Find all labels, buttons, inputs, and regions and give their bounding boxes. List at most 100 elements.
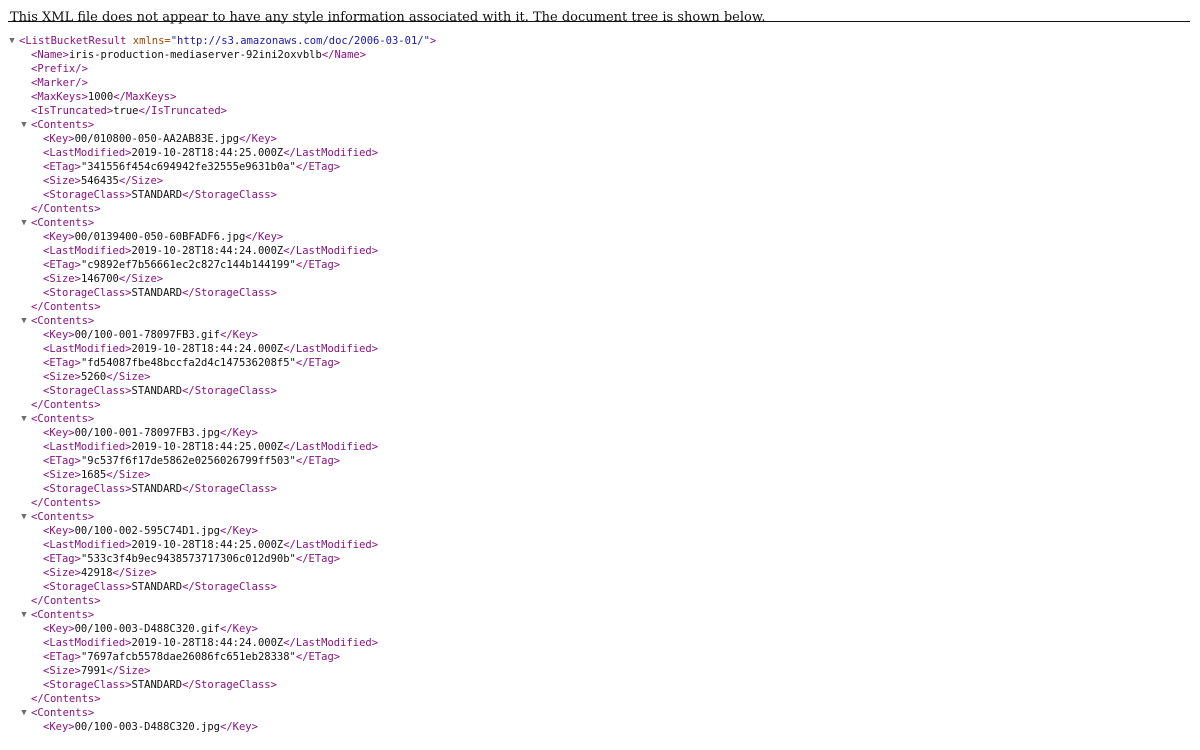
contents-open-line: ▼ <Contents> (0, 510, 1200, 524)
size-close-tag: </Size> (106, 469, 151, 481)
maxkeys-open-tag: <MaxKeys> (31, 91, 88, 103)
storage-class-open-tag: <StorageClass> (43, 483, 132, 495)
size-close-tag: </Size> (118, 273, 164, 285)
size-value: 546435 (80, 175, 119, 187)
xml-document-tree: ▼ <ListBucketResult xmlns="http://s3.amaz… (0, 22, 1200, 734)
collapse-triangle-icon[interactable]: ▼ (19, 216, 29, 230)
object-key-open-tag: <Key> (43, 231, 75, 243)
collapse-triangle-icon[interactable]: ▼ (19, 412, 29, 426)
last-modified-open-tag: <LastModified> (43, 441, 132, 453)
last-modified-open-tag: <LastModified> (43, 147, 132, 159)
etag-close-tag: </ETag> (295, 651, 341, 663)
prefix-tag: <Prefix/> (31, 63, 88, 75)
collapse-triangle-icon[interactable]: ▼ (7, 34, 17, 48)
root-open-tag: <ListBucketResult (19, 35, 127, 47)
object-key-close-tag: </Key> (220, 427, 258, 439)
collapse-triangle-icon[interactable]: ▼ (19, 706, 29, 720)
last-modified-close-tag: </LastModified> (283, 539, 379, 551)
etag-open-tag: <ETag> (43, 259, 81, 271)
size-value: 146700 (80, 273, 119, 285)
last-modified-value: 2019-10-28T18:44:24.000Z (131, 343, 284, 355)
prefix-line: <Prefix/> (0, 62, 1200, 76)
contents-open-tag: <Contents> (31, 609, 95, 621)
storage-class-value: STANDARD (131, 483, 183, 495)
object-key: 00/100-003-D488C320.jpg (74, 721, 221, 733)
storage-class-value: STANDARD (131, 581, 183, 593)
contents-close-line: </Contents> (0, 496, 1200, 510)
last-modified-close-tag: </LastModified> (283, 147, 379, 159)
contents-entry: ▼ <Contents> <Key>00/100-001-78097FB3.jpg<… (0, 412, 1200, 510)
size-value: 1685 (80, 469, 107, 481)
contents-close-tag: </Contents> (31, 497, 101, 509)
istruncated-close-tag: </IsTruncated> (138, 105, 227, 117)
size-open-tag: <Size> (43, 469, 81, 481)
etag-close-tag: </ETag> (295, 455, 341, 467)
contents-open-tag: <Contents> (31, 217, 95, 229)
etag-value: "9c537f6f17de5862e0256026799ff503" (80, 455, 296, 467)
collapse-triangle-icon[interactable]: ▼ (19, 118, 29, 132)
contents-open-tag: <Contents> (31, 119, 95, 131)
contents-entry: ▼ <Contents> <Key>00/100-001-78097FB3.gif<… (0, 314, 1200, 412)
contents-close-line: </Contents> (0, 202, 1200, 216)
key-open-tag: <Key> (43, 721, 75, 733)
xmlns-attribute: xmlns= (132, 35, 171, 47)
storage-class-close-tag: </StorageClass> (182, 287, 277, 299)
contents-open-tag: <Contents> (31, 707, 95, 719)
last-modified-close-tag: </LastModified> (283, 637, 379, 649)
size-line: <Size>5260</Size> (0, 370, 1200, 384)
marker-line: <Marker/> (0, 76, 1200, 90)
object-key-open-tag: <Key> (43, 623, 75, 635)
size-close-tag: </Size> (118, 175, 164, 187)
etag-value: "341556f454c694942fe32555e9631b0a" (80, 161, 296, 173)
marker-tag: <Marker/> (31, 77, 88, 89)
contents-list: ▼ <Contents> <Key>00/010800-050-AA2AB83E.j… (0, 118, 1200, 706)
contents-close-line: </Contents> (0, 398, 1200, 412)
etag-open-tag: <ETag> (43, 455, 81, 467)
contents-open-tag: <Contents> (31, 413, 95, 425)
size-value: 5260 (80, 371, 107, 383)
collapse-triangle-icon[interactable]: ▼ (19, 510, 29, 524)
etag-line: <ETag>"533c3f4b9ec9438573717306c012d90b"… (0, 552, 1200, 566)
contents-close-tag: </Contents> (31, 399, 101, 411)
size-close-tag: </Size> (112, 567, 157, 579)
contents-close-tag: </Contents> (31, 693, 101, 705)
storage-class-value: STANDARD (131, 679, 183, 691)
contents-open-line: ▼ <Contents> (0, 216, 1200, 230)
storage-class-line: <StorageClass>STANDARD</StorageClass> (0, 286, 1200, 300)
xmlns-value: "http://s3.amazonaws.com/doc/2006-03-01/… (170, 35, 430, 47)
bucket-name: iris-production-mediaserver-92ini2oxvblb (68, 49, 322, 61)
object-key-line: <Key>00/100-001-78097FB3.jpg</Key> (0, 426, 1200, 440)
collapse-triangle-icon[interactable]: ▼ (19, 608, 29, 622)
contents-entry: ▼ <Contents> <Key>00/100-002-595C74D1.jpg<… (0, 510, 1200, 608)
contents-open-line-partial: ▼ <Contents> (0, 706, 1200, 720)
etag-value: "c9892ef7b56661ec2c827c144b144199" (80, 259, 296, 271)
size-value: 7991 (80, 665, 107, 677)
contents-open-line: ▼ <Contents> (0, 118, 1200, 132)
maxkeys-value: 1000 (87, 91, 114, 103)
contents-close-line: </Contents> (0, 594, 1200, 608)
last-modified-line: <LastModified>2019-10-28T18:44:24.000Z</… (0, 342, 1200, 356)
last-modified-open-tag: <LastModified> (43, 637, 132, 649)
size-close-tag: </Size> (106, 665, 151, 677)
key-close-tag: </Key> (220, 721, 258, 733)
storage-class-close-tag: </StorageClass> (182, 581, 277, 593)
contents-close-tag: </Contents> (31, 595, 101, 607)
last-modified-line: <LastModified>2019-10-28T18:44:24.000Z</… (0, 636, 1200, 650)
storage-class-close-tag: </StorageClass> (182, 483, 277, 495)
etag-close-tag: </ETag> (295, 553, 341, 565)
object-key: 00/100-001-78097FB3.jpg (74, 427, 221, 439)
object-key: 00/100-003-D488C320.gif (74, 623, 221, 635)
collapse-triangle-icon[interactable]: ▼ (19, 314, 29, 328)
size-line: <Size>42918</Size> (0, 566, 1200, 580)
etag-open-tag: <ETag> (43, 553, 81, 565)
size-line: <Size>1685</Size> (0, 468, 1200, 482)
object-key-close-tag: </Key> (245, 231, 284, 243)
contents-entry: ▼ <Contents> <Key>00/0139400-050-60BFADF6.… (0, 216, 1200, 314)
name-line: <Name>iris-production-mediaserver-92ini2… (0, 48, 1200, 62)
etag-close-tag: </ETag> (295, 259, 341, 271)
etag-line: <ETag>"fd54087fbe48bccfa2d4c147536208f5"… (0, 356, 1200, 370)
size-close-tag: </Size> (106, 371, 151, 383)
etag-open-tag: <ETag> (43, 651, 81, 663)
istruncated-value: true (113, 105, 139, 117)
object-key-close-tag: </Key> (220, 525, 258, 537)
